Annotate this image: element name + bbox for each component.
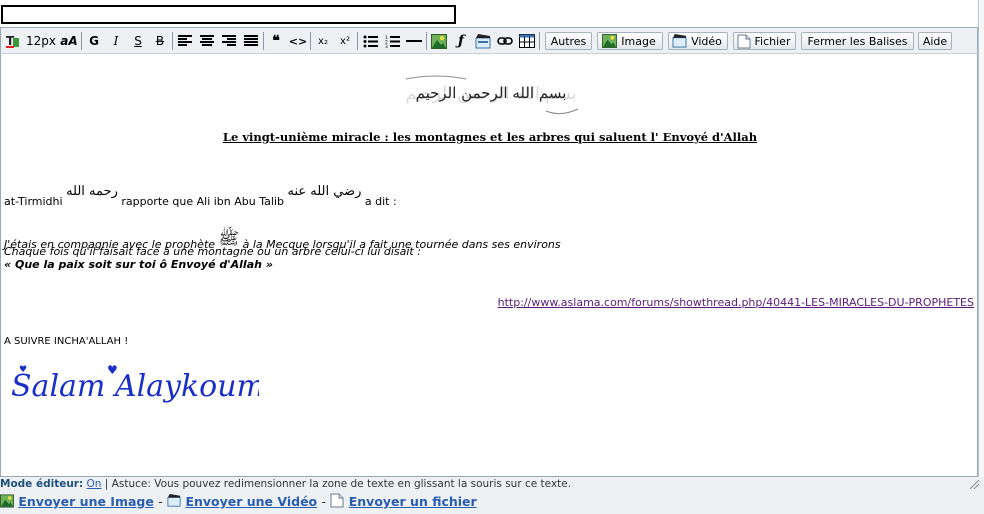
text-color-icon[interactable]: T — [4, 32, 22, 50]
align-center-icon[interactable] — [197, 32, 217, 50]
send-image-icon — [0, 494, 14, 511]
subscript-button[interactable]: x₂ — [313, 32, 333, 50]
send-file-link[interactable]: Envoyer un fichier — [349, 494, 477, 509]
font-size-select[interactable]: 12px — [23, 32, 59, 50]
insert-image-icon[interactable] — [429, 32, 449, 50]
align-right-icon[interactable] — [219, 32, 239, 50]
separator-dash: - — [321, 494, 327, 509]
toolbar-separator — [263, 32, 264, 50]
toolbar-separator — [81, 32, 82, 50]
image-button[interactable]: Image — [597, 32, 663, 50]
aide-button[interactable]: Aide — [918, 32, 952, 50]
salam-text: Salam Alaykoum ! — [11, 369, 259, 404]
editor-footer: Mode éditeur: On | Astuce: Vous pouvez r… — [0, 477, 984, 514]
mode-label: Mode éditeur: — [0, 478, 84, 490]
horizontal-rule-icon[interactable] — [404, 32, 424, 50]
rapporte-text: rapporte que Ali ibn Abu Talib — [121, 195, 284, 208]
quote-icon[interactable]: ❝ — [266, 32, 286, 50]
video-button[interactable]: Vidéo — [668, 32, 728, 50]
editor-toolbar: T 12px aA G I S B ❝ <> x₂ x² 123 ƒ Autre… — [0, 27, 978, 53]
post-title: Le vingt-unième miracle : les montagnes … — [222, 130, 758, 144]
narration-line: at-Tirmidhi رحمه الله rapporte que Ali i… — [4, 184, 397, 209]
numbered-list-icon[interactable]: 123 — [382, 32, 402, 50]
autres-button[interactable]: Autres — [545, 32, 592, 50]
bismillah-text: بسم الله الرحمن الرحيم — [416, 84, 567, 102]
superscript-button[interactable]: x² — [335, 32, 355, 50]
source-link[interactable]: http://www.aslama.com/forums/showthread.… — [498, 296, 974, 309]
salam-alaykoum-image: Salam Alaykoum ! ♥ ♥ — [11, 363, 259, 404]
resize-grip-icon[interactable] — [968, 478, 980, 490]
narrator-honor-text: رحمه الله — [66, 184, 118, 199]
bold-button[interactable]: G — [84, 32, 104, 50]
tip-text: | Astuce: Vous pouvez redimensionner la … — [104, 478, 572, 490]
toolbar-separator — [539, 32, 540, 50]
send-video-icon — [167, 493, 181, 511]
svg-text:♥: ♥ — [19, 365, 27, 375]
toolbar-separator — [357, 32, 358, 50]
bismillah-calligraphy-image: بسم الله الرحمن الرحيم بسم الله الرحمن ا… — [406, 75, 579, 115]
toolbar-separator — [172, 32, 173, 50]
send-file-icon — [330, 493, 344, 511]
link-icon[interactable] — [495, 32, 515, 50]
flash-icon[interactable]: ƒ — [451, 32, 471, 50]
quote-line-3: « Que la paix soit sur toi ô Envoyé d'Al… — [4, 258, 273, 271]
editor-textarea[interactable]: بسم الله الرحمن الرحيم بسم الله الرحمن ا… — [0, 53, 978, 477]
align-left-icon[interactable] — [175, 32, 195, 50]
fichier-button-label: Fichier — [754, 34, 791, 48]
bullet-list-icon[interactable] — [360, 32, 380, 50]
title-input[interactable] — [1, 5, 456, 24]
font-style-button[interactable]: aA — [58, 32, 80, 50]
narrator: at-Tirmidhi — [4, 195, 63, 208]
fermer-balises-button[interactable]: Fermer les Balises — [801, 32, 914, 50]
separator-dash: - — [158, 494, 163, 509]
send-video-link[interactable]: Envoyer une Vidéo — [185, 494, 317, 509]
svg-text:3: 3 — [385, 44, 388, 48]
mode-toggle-link[interactable]: On — [87, 478, 102, 490]
italic-button[interactable]: I — [106, 32, 126, 50]
table-icon[interactable] — [517, 32, 537, 50]
code-icon[interactable]: <> — [288, 32, 308, 50]
quote-line-2: Chaque fois qu'il faisait face à une mon… — [4, 245, 421, 258]
right-edge-scrollbar[interactable] — [978, 0, 984, 477]
align-justify-icon[interactable] — [241, 32, 261, 50]
mode-editor-line: Mode éditeur: On | Astuce: Vous pouvez r… — [0, 478, 571, 490]
toolbar-separator — [426, 32, 427, 50]
ali-honor-text: رضي الله عنه — [287, 184, 362, 199]
video-button-label: Vidéo — [691, 34, 722, 48]
insert-video-icon[interactable] — [473, 32, 493, 50]
strike-button[interactable]: B — [150, 32, 170, 50]
svg-text:♥: ♥ — [107, 363, 118, 377]
a-dit-text: a dit : — [364, 195, 397, 208]
send-links-line: Envoyer une Image - Envoyer une Vidéo - … — [0, 493, 477, 511]
fichier-button[interactable]: Fichier — [733, 32, 796, 50]
a-suivre-text: A SUIVRE INCHA'ALLAH ! — [4, 336, 129, 347]
image-button-label: Image — [621, 34, 656, 48]
underline-button[interactable]: S — [128, 32, 148, 50]
send-image-link[interactable]: Envoyer une Image — [18, 494, 153, 509]
toolbar-separator — [310, 32, 311, 50]
